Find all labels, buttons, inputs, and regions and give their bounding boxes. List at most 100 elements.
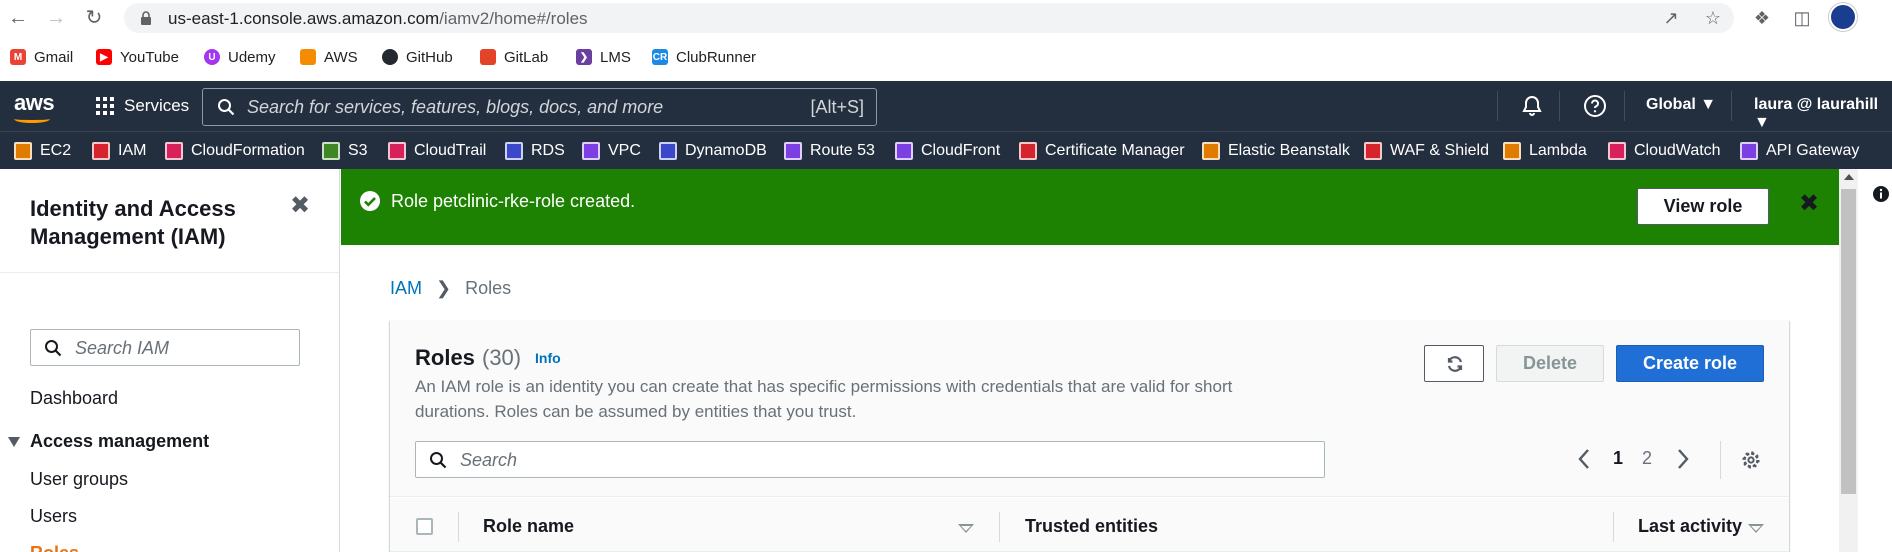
delete-button[interactable]: Delete: [1496, 345, 1604, 382]
favorite-waf-shield[interactable]: WAF & Shield: [1364, 141, 1489, 161]
share-icon[interactable]: ↗: [1660, 7, 1682, 29]
aws-smile-icon: [14, 115, 50, 123]
nav-divider: [1497, 91, 1498, 121]
iam-search-input[interactable]: Search IAM: [30, 329, 300, 366]
favorite-label: CloudFront: [921, 142, 1001, 159]
address-bar[interactable]: us-east-1.console.aws.amazon.com/iamv2/h…: [124, 3, 1734, 33]
roles-description-line: An IAM role is an identity you can creat…: [415, 377, 1233, 396]
bookmark-github[interactable]: GitHub: [382, 48, 453, 66]
close-flash-icon[interactable]: ✖: [1799, 189, 1819, 218]
back-arrow-icon[interactable]: ←: [6, 6, 30, 30]
bookmark-star-icon[interactable]: ☆: [1702, 7, 1724, 29]
services-grid-icon[interactable]: [96, 97, 114, 115]
favorite-cloudformation[interactable]: CloudFormation: [165, 141, 305, 161]
page-1-button[interactable]: 1: [1613, 448, 1623, 469]
account-menu[interactable]: laura @ laurahill ▼: [1754, 96, 1892, 132]
favorite-route53[interactable]: Route 53: [784, 141, 875, 161]
roles-description: An IAM role is an identity you can creat…: [415, 374, 1315, 424]
sidebar-item-user-groups[interactable]: User groups: [30, 469, 128, 490]
previous-page-icon[interactable]: [1574, 446, 1594, 472]
aws-top-nav: aws Services Search for services, featur…: [0, 81, 1892, 131]
aws-search-placeholder: Search for services, features, blogs, do…: [247, 97, 664, 117]
sidebar-section-access-management[interactable]: Access management: [8, 431, 209, 452]
favorite-vpc[interactable]: VPC: [582, 141, 641, 161]
bookmark-aws[interactable]: AWS: [300, 48, 358, 66]
roles-search-input[interactable]: Search: [415, 441, 1325, 478]
caret-down-icon: [8, 436, 20, 447]
favorite-dynamodb[interactable]: DynamoDB: [659, 141, 767, 161]
close-sidebar-icon[interactable]: ✖: [290, 191, 310, 220]
favorite-cloudfront[interactable]: CloudFront: [895, 141, 1000, 161]
roles-table-container: Roles (30) Info An IAM role is an identi…: [390, 320, 1789, 552]
reload-icon[interactable]: ↻: [82, 6, 106, 30]
region-selector[interactable]: Global ▼: [1646, 96, 1716, 114]
s3-icon: [322, 142, 340, 160]
gear-icon[interactable]: [1739, 448, 1763, 472]
favorite-label: IAM: [118, 142, 147, 159]
favorite-rds[interactable]: RDS: [505, 141, 565, 161]
view-role-button[interactable]: View role: [1637, 188, 1769, 225]
info-link[interactable]: Info: [535, 350, 561, 366]
favorite-label: Route 53: [810, 142, 875, 159]
column-header-role-name[interactable]: Role name: [483, 516, 574, 537]
column-header-trusted-entities[interactable]: Trusted entities: [1025, 516, 1158, 537]
nav-divider: [1559, 91, 1560, 121]
info-panel-icon[interactable]: [1872, 185, 1890, 203]
favorite-ec2[interactable]: EC2: [14, 141, 71, 161]
sort-icon[interactable]: [1748, 524, 1764, 533]
favorite-cloudwatch[interactable]: CloudWatch: [1608, 141, 1721, 161]
aws-logo[interactable]: aws: [14, 90, 55, 116]
scroll-up-arrow-icon[interactable]: [1844, 174, 1854, 180]
favorite-s3[interactable]: S3: [322, 141, 368, 161]
next-page-icon[interactable]: [1673, 446, 1693, 472]
favorite-lambda[interactable]: Lambda: [1503, 141, 1587, 161]
sort-icon[interactable]: [958, 524, 974, 533]
bookmark-youtube[interactable]: ▶ YouTube: [96, 48, 179, 66]
sidebar-item-roles[interactable]: Roles: [30, 543, 79, 552]
side-panel-icon[interactable]: ◫: [1790, 6, 1814, 30]
breadcrumb-iam-link[interactable]: IAM: [390, 278, 422, 299]
lms-icon: ❯: [576, 49, 592, 65]
flash-message: Role petclinic-rke-role created.: [391, 191, 636, 211]
bookmark-label: GitHub: [406, 48, 453, 66]
create-role-button[interactable]: Create role: [1616, 345, 1764, 382]
bell-icon[interactable]: [1520, 94, 1544, 118]
bookmark-clubrunner[interactable]: CR ClubRunner: [652, 48, 756, 66]
scrollbar-thumb[interactable]: [1841, 189, 1856, 494]
bookmark-lms[interactable]: ❯ LMS: [576, 48, 631, 66]
sidebar-item-dashboard[interactable]: Dashboard: [30, 388, 118, 409]
certificate-manager-icon: [1019, 142, 1037, 160]
favorite-iam[interactable]: IAM: [92, 141, 146, 161]
bookmark-udemy[interactable]: U Udemy: [204, 48, 276, 66]
rds-icon: [505, 142, 523, 160]
forward-arrow-icon[interactable]: →: [44, 6, 68, 30]
help-icon[interactable]: [1583, 94, 1607, 118]
column-header-last-activity[interactable]: Last activity: [1638, 516, 1742, 537]
select-all-checkbox[interactable]: [416, 518, 433, 535]
page-2-button[interactable]: 2: [1642, 448, 1652, 469]
sidebar-title[interactable]: Identity and Access Management (IAM): [30, 195, 290, 251]
bookmark-label: YouTube: [120, 48, 179, 66]
bookmark-label: AWS: [324, 48, 358, 66]
favorite-cloudtrail[interactable]: CloudTrail: [388, 141, 486, 161]
sidebar-item-users[interactable]: Users: [30, 506, 77, 527]
breadcrumb: IAM ❯ Roles: [390, 278, 511, 299]
bookmark-gitlab[interactable]: GitLab: [480, 48, 548, 66]
extensions-puzzle-icon[interactable]: ❖: [1750, 6, 1774, 30]
udemy-icon: U: [204, 49, 220, 65]
favorite-api-gateway[interactable]: API Gateway: [1740, 141, 1859, 161]
route53-icon: [784, 142, 802, 160]
favorite-elastic-beanstalk[interactable]: Elastic Beanstalk: [1202, 141, 1350, 161]
favorite-label: API Gateway: [1766, 142, 1860, 159]
roles-title: Roles: [415, 345, 475, 370]
page-scrollbar[interactable]: [1839, 169, 1858, 552]
favorite-label: Lambda: [1529, 142, 1587, 159]
favorite-certificate-manager[interactable]: Certificate Manager: [1019, 141, 1185, 161]
bookmark-gmail[interactable]: M Gmail: [10, 48, 73, 66]
favorite-label: EC2: [40, 142, 72, 159]
profile-avatar[interactable]: [1829, 3, 1857, 31]
aws-search-input[interactable]: Search for services, features, blogs, do…: [202, 88, 877, 126]
services-menu[interactable]: Services: [124, 96, 189, 116]
refresh-button[interactable]: [1424, 345, 1484, 382]
favorite-label: CloudTrail: [414, 142, 487, 159]
